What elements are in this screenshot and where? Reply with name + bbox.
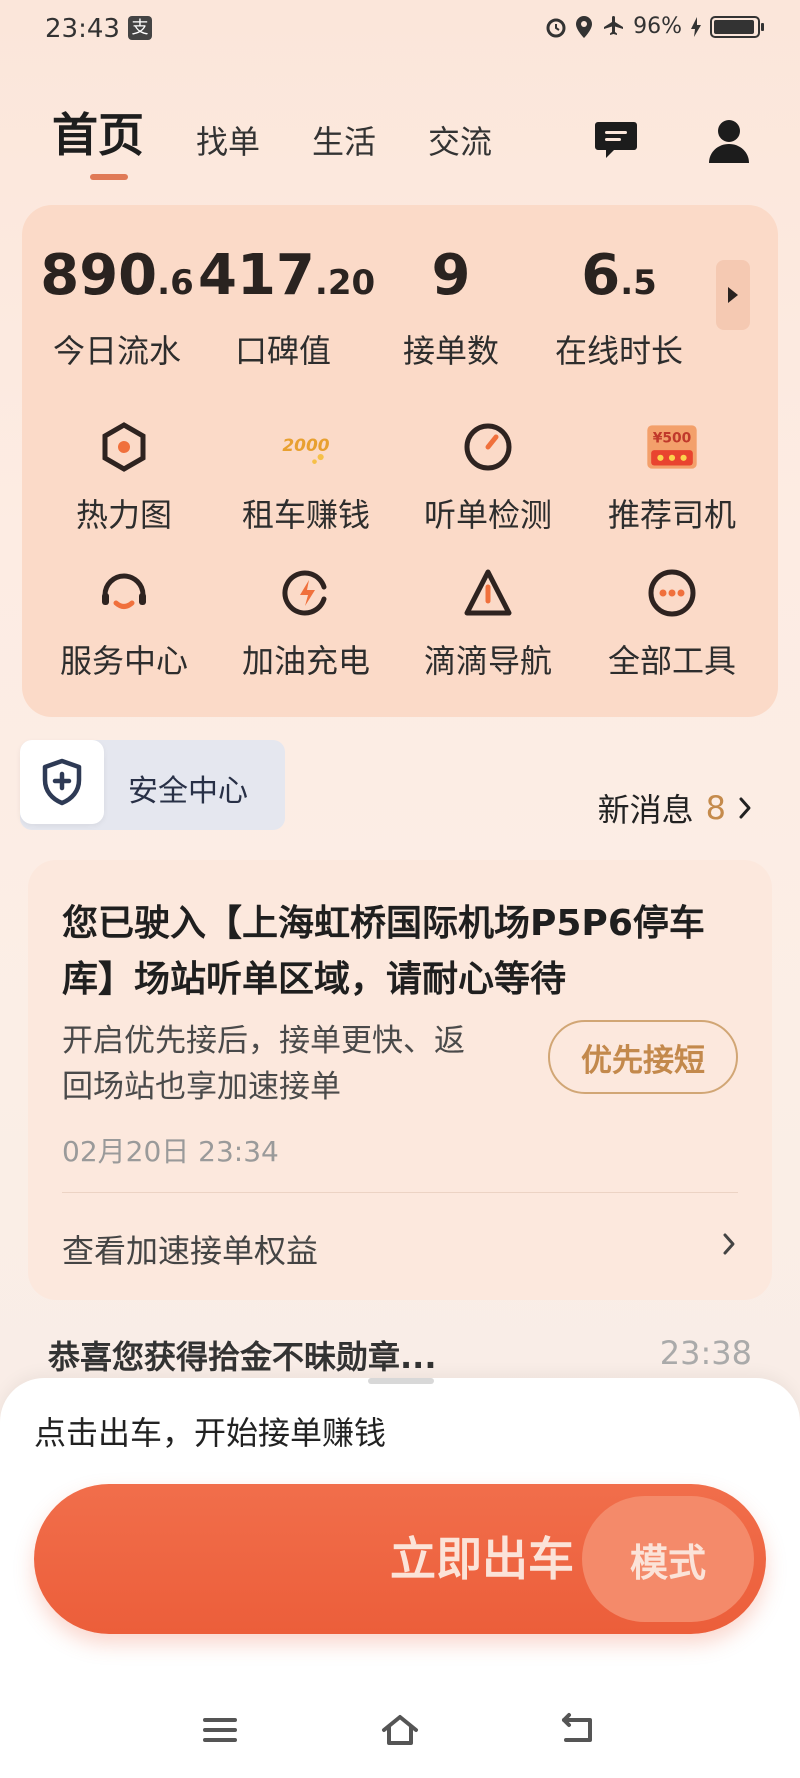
more-tools-icon (648, 569, 696, 617)
stat-online-hours[interactable]: 6.5 在线时长 (534, 248, 704, 372)
tool-service-center[interactable]: 服务中心 (34, 566, 214, 682)
tool-rent-car[interactable]: 2000 租车赚钱 (216, 420, 396, 536)
gauge-icon (464, 423, 512, 471)
charging-icon (691, 16, 701, 37)
safety-center-button[interactable]: 安全中心 (20, 740, 285, 830)
station-notice-card: 您已驶入【上海虹桥国际机场P5P6停车库】场站听单区域，请耐心等待 开启优先接后… (28, 860, 772, 1300)
chevron-right-icon (728, 287, 738, 303)
refer-driver-icon: ¥500 (647, 425, 697, 469)
divider (62, 1192, 738, 1193)
charge-icon (282, 570, 327, 616)
notice-description: 开启优先接后，接单更快、返回场站也享加速接单 (62, 1023, 465, 1105)
svg-text:2000: 2000 (282, 436, 329, 456)
status-time: 23:43 (45, 14, 120, 44)
stat-label: 在线时长 (554, 332, 683, 370)
status-bar: 23:43 支 96% (0, 0, 800, 62)
stat-label: 口碑值 (234, 332, 331, 370)
tool-order-check[interactable]: 听单检测 (398, 420, 578, 536)
tool-fuel-charge[interactable]: 加油充电 (216, 566, 396, 682)
start-driving-button[interactable]: 立即出车 模式 (34, 1484, 766, 1634)
notice-date: 02月20日 23:34 (62, 1135, 279, 1168)
notice-title: 您已驶入【上海虹桥国际机场P5P6停车库】场站听单区域，请耐心等待 (62, 903, 705, 1000)
alarm-icon (546, 18, 566, 37)
back-icon[interactable] (558, 1710, 598, 1750)
stat-orders[interactable]: 9 接单数 (366, 248, 536, 372)
tab-life[interactable]: 生活 (312, 126, 376, 158)
navigation-icon (464, 569, 512, 616)
start-hint: 点击出车，开始接单赚钱 (34, 1414, 387, 1452)
stat-reputation[interactable]: 417.20 口碑值 (198, 248, 375, 372)
tab-home[interactable]: 首页 (52, 112, 144, 180)
message-preview[interactable]: 恭喜您获得拾金不昧勋章... (48, 1332, 436, 1378)
tool-all-tools[interactable]: 全部工具 (582, 566, 762, 682)
tool-didi-navigation[interactable]: 滴滴导航 (398, 566, 578, 682)
tab-community[interactable]: 交流 (428, 126, 492, 158)
view-benefits-link[interactable]: 查看加速接单权益 (62, 1226, 318, 1272)
svg-text:¥500: ¥500 (653, 430, 692, 446)
chevron-right-icon[interactable] (722, 1232, 736, 1256)
new-messages-link[interactable]: 新消息 8 (598, 785, 752, 831)
battery-icon (710, 15, 764, 38)
heatmap-icon (102, 422, 146, 472)
app-notification-icon: 支 (128, 16, 152, 40)
sheet-handle[interactable] (368, 1378, 434, 1384)
top-tabs: 首页 找单 生活 交流 (52, 112, 544, 180)
home-icon[interactable] (380, 1710, 420, 1750)
message-preview-time: 23:38 (659, 1334, 752, 1372)
shield-icon (42, 758, 82, 806)
location-icon (576, 15, 593, 38)
message-icon[interactable] (594, 120, 638, 160)
headset-icon (102, 573, 146, 609)
new-messages-label: 新消息 (597, 791, 694, 829)
battery-percent: 96% (633, 14, 682, 39)
system-nav-bar (0, 1690, 800, 1770)
mode-button[interactable]: 模式 (582, 1496, 754, 1622)
priority-short-button[interactable]: 优先接短 (548, 1020, 738, 1094)
stat-label: 今日流水 (52, 332, 181, 370)
safety-center-label: 安全中心 (128, 774, 248, 809)
rent-car-icon: 2000 (282, 436, 330, 464)
start-driving-label: 立即出车 (390, 1532, 574, 1586)
tab-find-orders[interactable]: 找单 (196, 126, 260, 158)
stats-more-button[interactable] (716, 260, 750, 330)
tool-refer-driver[interactable]: ¥500 推荐司机 (582, 420, 762, 536)
menu-icon[interactable] (200, 1710, 240, 1750)
new-messages-count: 8 (705, 789, 726, 827)
tool-heatmap[interactable]: 热力图 (34, 420, 214, 536)
profile-icon[interactable] (708, 118, 750, 164)
stat-today-earnings[interactable]: 890.6 今日流水 (32, 248, 202, 372)
chevron-right-icon (739, 797, 751, 819)
airplane-icon (604, 15, 624, 35)
stat-label: 接单数 (402, 332, 499, 370)
